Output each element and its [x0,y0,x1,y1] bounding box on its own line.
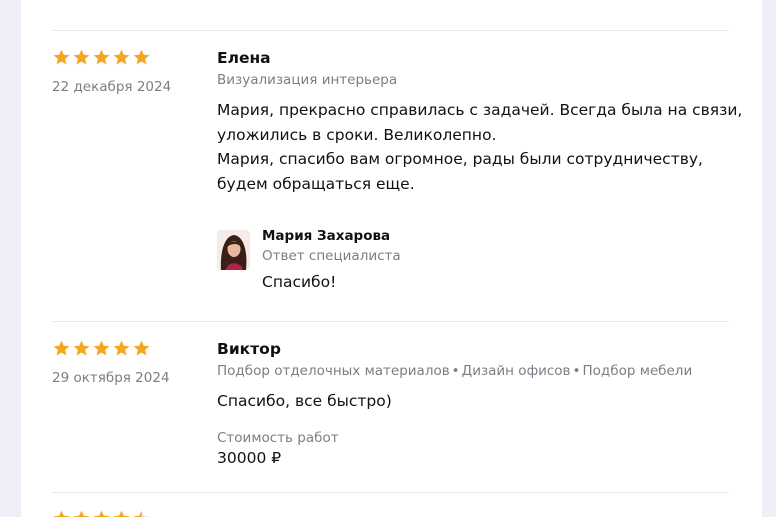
tag: Визуализация интерьера [217,72,398,88]
tag-separator: • [451,363,460,379]
review-author: Виктор [217,340,281,358]
star-icon [93,510,110,517]
star-icon [93,49,110,65]
review-author: Елена [217,49,271,67]
review-tags: Подбор отделочных материалов • Дизайн офис… [217,362,737,380]
review-text: Мария, прекрасно справилась с задачей. В… [217,98,743,196]
reviews-card: 22 декабря 2024 Елена Визуализация интер… [21,0,762,517]
review-text-line: будем обращаться еще. [217,174,415,193]
star-icon [113,510,130,517]
star-icon [73,510,90,517]
star-icon [133,49,150,65]
review-date: 29 октября 2024 [52,370,170,386]
star-icon [113,49,130,65]
reply-text: Спасибо! [262,273,337,291]
divider [52,30,729,31]
rating-stars [52,509,151,517]
rating-stars [52,339,151,358]
reply-author: Мария Захарова [262,228,391,244]
star-half-icon [133,510,150,517]
tag: Дизайн офисов [461,363,571,379]
review-text-line: уложились в сроки. Великолепно. [217,125,497,144]
divider [52,492,729,493]
tag-separator: • [572,363,581,379]
reply-role: Ответ специалиста [262,248,401,264]
star-icon [93,340,110,356]
specialist-reply: Мария Захарова Ответ специалиста Спасибо… [217,228,737,298]
review-date: 22 декабря 2024 [52,79,172,95]
star-icon [113,340,130,356]
star-icon [133,340,150,356]
star-icon [53,340,70,356]
star-icon [73,49,90,65]
review-tags: Визуализация интерьера [217,71,737,89]
avatar [217,230,250,270]
divider [52,321,729,322]
star-icon [73,340,90,356]
review-text-line: Мария, прекрасно справилась с задачей. В… [217,101,743,119]
tag: Подбор мебели [582,363,693,379]
star-icon [53,49,70,65]
cost-label: Стоимость работ [217,429,339,446]
cost-value: 30000 ₽ [217,448,282,467]
review-text-line: Мария, спасибо вам огромное, рады были с… [217,150,703,168]
tag: Подбор отделочных материалов [217,363,450,379]
review-text: Спасибо, все быстро) [217,392,392,410]
rating-stars [52,48,151,67]
star-icon [53,510,70,517]
